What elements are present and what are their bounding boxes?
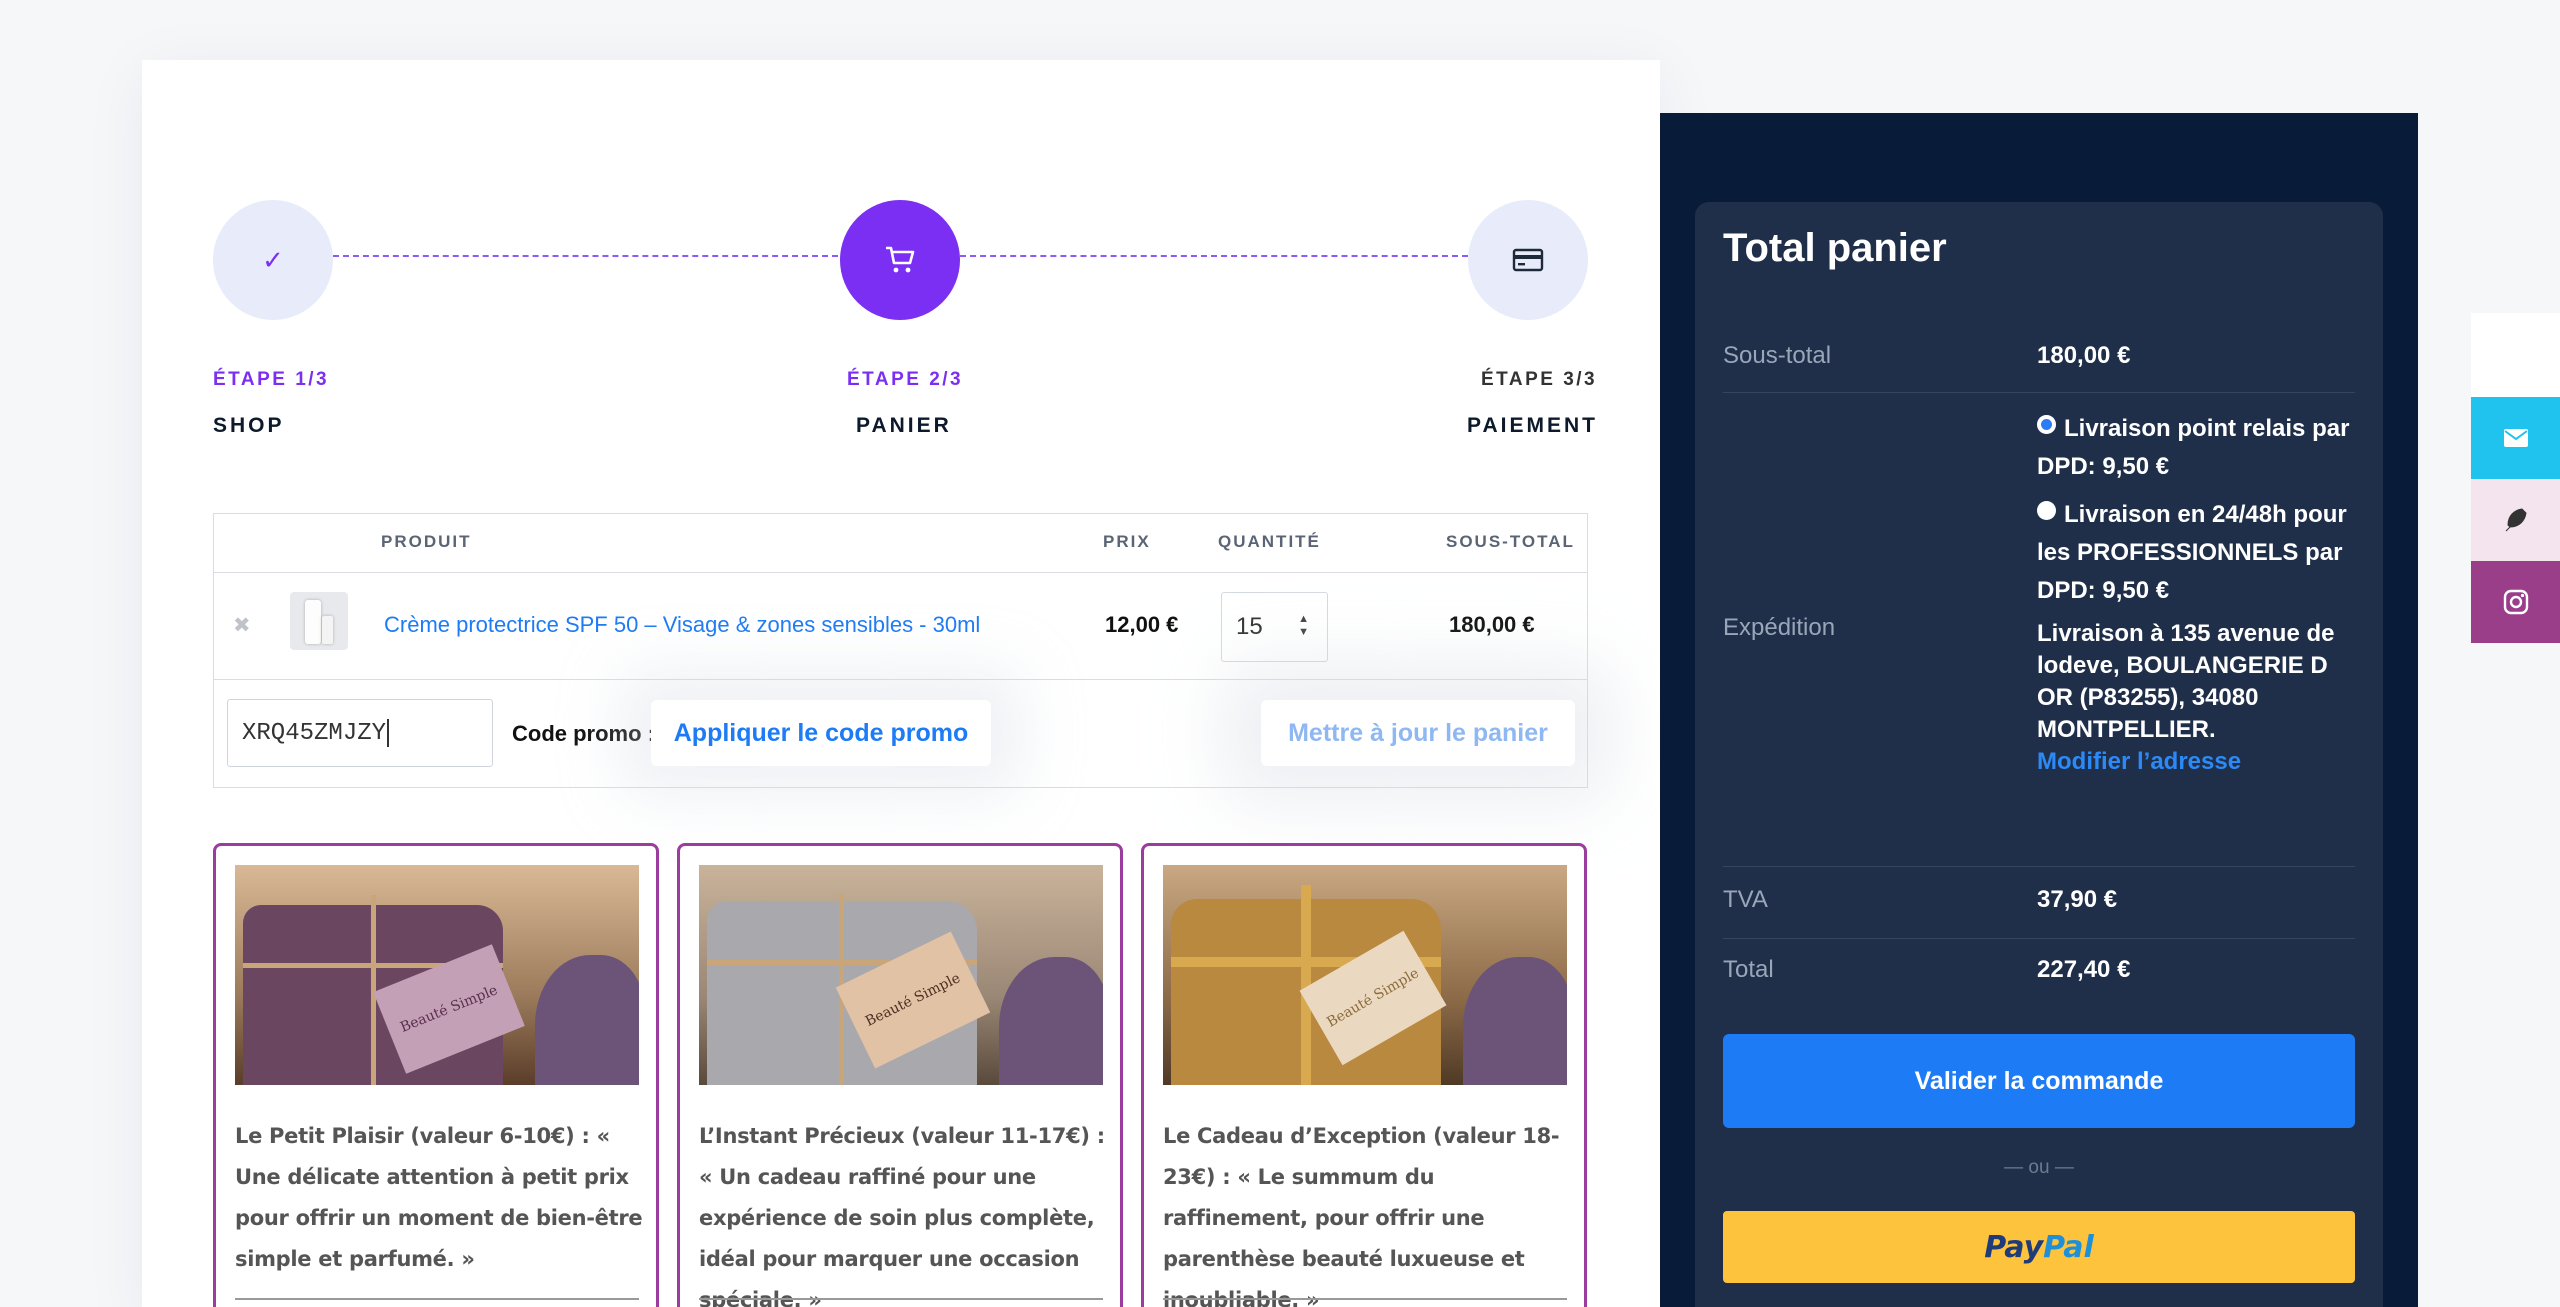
divider: [699, 1298, 1103, 1300]
feather-share-button[interactable]: [2471, 479, 2560, 561]
gift-tag-text: Beauté Simple: [398, 982, 500, 1036]
totals-title: Total panier: [1723, 226, 1947, 270]
gift-image: Beauté Simple: [699, 865, 1103, 1085]
divider: [213, 572, 1588, 573]
radio-unselected[interactable]: [2037, 501, 2056, 520]
shipping-label: Expédition: [1723, 614, 1836, 641]
header-quantity: QUANTITÉ: [1218, 532, 1321, 551]
gift-card-large[interactable]: Beauté Simple Le Cadeau d’Exception (val…: [1141, 843, 1587, 1307]
radio-selected[interactable]: [2037, 415, 2056, 434]
total-label: Total: [1723, 956, 1774, 983]
item-subtotal: 180,00 €: [1449, 612, 1535, 637]
product-thumbnail[interactable]: [290, 592, 348, 650]
quantity-value: 15: [1236, 613, 1263, 640]
cart-totals: Total panier Sous-total 180,00 € Expédit…: [1695, 202, 2383, 1307]
shipping-options: Livraison point relais par DPD: 9,50 € L…: [2037, 410, 2357, 778]
text-cursor: [387, 719, 390, 747]
credit-card-icon: [1512, 248, 1544, 272]
modify-address-link[interactable]: Modifier l’adresse: [2037, 748, 2241, 775]
header-subtotal: SOUS-TOTAL: [1446, 532, 1575, 551]
step-3-number: ÉTAPE 3/3: [1481, 369, 1598, 390]
gift-tag-text: Beauté Simple: [1324, 965, 1422, 1031]
shipping-option-label: Livraison point relais par DPD:: [2037, 415, 2350, 480]
paypal-pal: Pal: [2043, 1229, 2094, 1265]
step-connector: [960, 255, 1468, 257]
shipping-option-price: 9,50 €: [2102, 577, 2170, 604]
instagram-button[interactable]: [2471, 561, 2560, 643]
subtotal-value: 180,00 €: [2037, 342, 2131, 369]
total-value: 227,40 €: [2037, 956, 2131, 983]
promo-code-value: XRQ45ZMJZY: [242, 719, 387, 747]
subtotal-label: Sous-total: [1723, 342, 1832, 369]
step-2-name: PANIER: [856, 414, 952, 437]
step-3-circle[interactable]: [1468, 200, 1588, 320]
instagram-icon: [2503, 589, 2528, 615]
shipping-option-label: Livraison en 24/48h pour les PROFESSIONN…: [2037, 501, 2347, 604]
step-1-circle[interactable]: ✓: [213, 200, 333, 320]
step-connector: [333, 255, 838, 257]
email-share-button[interactable]: [2471, 397, 2560, 479]
gift-tag-text: Beauté Simple: [863, 970, 963, 1030]
tax-label: TVA: [1723, 886, 1768, 913]
gift-image: Beauté Simple: [1163, 865, 1567, 1085]
quantity-stepper[interactable]: 15 ▲ ▼: [1221, 592, 1328, 662]
divider: [1723, 938, 2355, 939]
shipping-address: Livraison à 135 avenue de lodeve, BOULAN…: [2037, 618, 2357, 778]
divider: [235, 1298, 639, 1300]
validate-order-button[interactable]: Valider la commande: [1723, 1034, 2355, 1128]
item-price: 12,00 €: [1105, 612, 1179, 637]
shipping-option-relay[interactable]: Livraison point relais par DPD: 9,50 €: [2037, 410, 2357, 486]
divider: [1163, 1298, 1567, 1300]
gift-description: Le Petit Plaisir (valeur 6-10€) : « Une …: [235, 1124, 643, 1271]
divider: [1723, 866, 2355, 867]
divider: [213, 679, 1588, 680]
divider: [1723, 392, 2355, 393]
gift-card-small[interactable]: Beauté Simple Le Petit Plaisir (valeur 6…: [213, 843, 659, 1307]
step-1-number: ÉTAPE 1/3: [213, 369, 330, 390]
feather-icon: [2505, 508, 2527, 532]
shipping-option-price: 9,50 €: [2102, 453, 2170, 480]
shipping-option-pro[interactable]: Livraison en 24/48h pour les PROFESSIONN…: [2037, 496, 2357, 610]
header-product: PRODUIT: [381, 532, 472, 551]
step-1-name: SHOP: [213, 414, 285, 437]
envelope-icon: [2503, 429, 2528, 447]
gift-description: Le Cadeau d’Exception (valeur 18-23€) : …: [1163, 1124, 1560, 1307]
paypal-button[interactable]: PayPal: [1723, 1211, 2355, 1283]
gift-image: Beauté Simple: [235, 865, 639, 1085]
or-separator: — ou —: [2004, 1157, 2074, 1178]
stepper-arrows-icon[interactable]: ▲ ▼: [1298, 613, 1309, 639]
update-cart-button[interactable]: Mettre à jour le panier: [1261, 700, 1575, 766]
header-price: PRIX: [1103, 532, 1151, 551]
address-prefix: Livraison à: [2037, 620, 2171, 647]
apply-promo-button[interactable]: Appliquer le code promo: [651, 700, 991, 766]
gift-description: L’Instant Précieux (valeur 11-17€) : « U…: [699, 1124, 1105, 1307]
paypal-pay: Pay: [1984, 1229, 2044, 1265]
promo-label: Code promo :: [512, 721, 655, 746]
checkmark-icon: ✓: [262, 244, 284, 275]
promo-code-input[interactable]: XRQ45ZMJZY: [227, 699, 493, 767]
social-bar-top: [2471, 313, 2560, 397]
tax-value: 37,90 €: [2037, 886, 2118, 913]
step-2-circle[interactable]: [840, 200, 960, 320]
gift-card-medium[interactable]: Beauté Simple L’Instant Précieux (valeur…: [677, 843, 1123, 1307]
product-link[interactable]: Crème protectrice SPF 50 – Visage & zone…: [384, 612, 980, 638]
cart-icon: [886, 246, 915, 273]
remove-item-icon[interactable]: ✖: [233, 613, 251, 638]
step-2-number: ÉTAPE 2/3: [847, 369, 964, 390]
step-3-name: PAIEMENT: [1467, 414, 1598, 437]
